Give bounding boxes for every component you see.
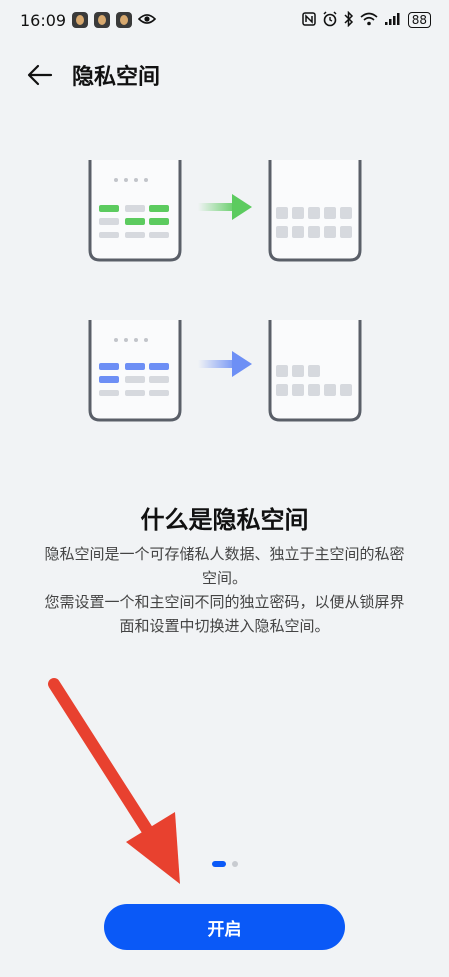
notification-app-icon: [116, 12, 133, 28]
intro-line: 隐私空间是一个可存储私人数据、独立于主空间的私密: [44, 545, 405, 563]
notification-app-icon: [72, 12, 89, 28]
wifi-icon: [360, 12, 378, 29]
status-left: 16:09: [20, 10, 157, 30]
main-space-phone-blue: [88, 320, 182, 422]
intro-title: 什么是隐私空间: [140, 506, 309, 534]
page-indicator: [0, 861, 449, 867]
page-dot-active[interactable]: [211, 861, 226, 867]
page-title: 隐私空间: [72, 65, 161, 90]
status-time: 16:09: [20, 10, 67, 30]
transfer-arrow-blue: [198, 351, 252, 377]
signal-icon: [384, 12, 402, 29]
transfer-arrow-green: [198, 194, 252, 220]
intro-line: 空间。: [201, 569, 247, 587]
intro-line: 面和设置中切换进入隐私空间。: [119, 617, 330, 635]
battery-indicator: 88: [407, 12, 431, 28]
intro-line: 您需设置一个和主空间不同的独立密码，以便从锁屏界: [44, 593, 405, 611]
bluetooth-icon: [344, 10, 354, 30]
alarm-icon: [322, 10, 338, 30]
back-button[interactable]: [18, 53, 62, 97]
private-space-illustration: [0, 150, 449, 430]
page-dot[interactable]: [231, 861, 238, 867]
private-space-phone-1: [268, 160, 362, 262]
main-space-phone-green: [88, 160, 182, 262]
status-right: 88: [301, 10, 431, 30]
private-space-phone-2: [268, 320, 362, 422]
red-annotation-arrow-icon: [48, 678, 180, 884]
app-header: 隐私空间: [0, 52, 449, 98]
enable-button[interactable]: 开启: [104, 904, 345, 950]
private-space-intro-page: 16:09 88 隐私空间 什么是隐私空间 隐私空间是一个可存储私人数据、独立于…: [0, 0, 449, 977]
illustration-svg: [88, 160, 362, 422]
intro-description: 隐私空间是一个可存储私人数据、独立于主空间的私密 空间。 您需设置一个和主空间不…: [25, 542, 424, 638]
eye-icon: [137, 13, 157, 28]
nfc-icon: [301, 11, 316, 29]
notification-app-icon: [94, 12, 111, 28]
status-bar: 16:09 88: [0, 0, 449, 40]
arrow-left-icon: [27, 64, 53, 86]
